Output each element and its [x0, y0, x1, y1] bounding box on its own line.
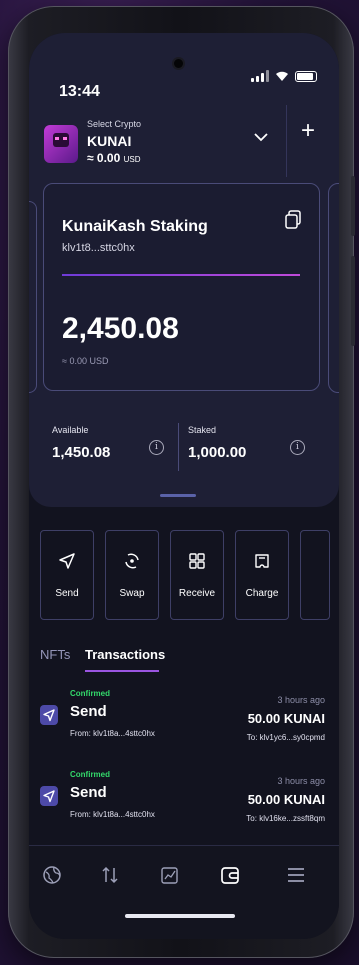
wallet-icon[interactable]: [219, 864, 241, 886]
transaction-time: 3 hours ago: [277, 776, 325, 786]
balance-divider: [178, 423, 179, 471]
staking-address: klv1t8...sttc0hx: [62, 242, 135, 254]
tab-transactions[interactable]: Transactions: [85, 647, 165, 662]
action-row: Send Swap Receive Charge: [40, 530, 330, 620]
transaction-amount: 50.00 KUNAI: [247, 711, 325, 726]
staking-card[interactable]: KunaiKash Staking klv1t8...sttc0hx 2,450…: [43, 183, 320, 391]
transaction-type: Send: [70, 703, 107, 720]
transaction-time: 3 hours ago: [277, 695, 325, 705]
send-icon: [40, 786, 58, 806]
phone-frame: 13:44 Select Crypto KUNAI ≈ 0.00 USD + K…: [8, 6, 355, 958]
available-value: 1,450.08: [52, 444, 111, 461]
available-label: Available: [52, 425, 89, 435]
staked-value: 1,000.00: [188, 444, 247, 461]
send-button[interactable]: Send: [40, 530, 94, 620]
swap-button[interactable]: Swap: [105, 530, 159, 620]
swap-label: Swap: [119, 587, 145, 599]
add-crypto-button[interactable]: +: [301, 119, 315, 143]
charge-button[interactable]: Charge: [235, 530, 289, 620]
previous-card-peek[interactable]: [29, 201, 37, 393]
transaction-item[interactable]: Confirmed Send From: klv1t8a...4sttc0hx …: [29, 681, 339, 761]
home-indicator[interactable]: [125, 914, 235, 918]
battery-icon: [295, 70, 317, 82]
staked-label: Staked: [188, 425, 217, 435]
receive-button[interactable]: Receive: [170, 530, 224, 620]
available-balance: Available 1,450.08: [52, 425, 110, 461]
transaction-status: Confirmed: [70, 770, 110, 779]
chart-icon[interactable]: [159, 864, 181, 886]
send-icon: [40, 705, 58, 725]
crypto-balance: ≈ 0.00 USD: [87, 151, 141, 165]
bottom-nav: [29, 845, 339, 939]
transaction-amount: 50.00 KUNAI: [247, 792, 325, 807]
transaction-to: To: klv16ke...zssft8qm: [246, 814, 325, 823]
staking-usd: ≈ 0.00 USD: [62, 356, 109, 366]
tab-active-indicator: [85, 670, 159, 672]
wifi-icon: [276, 71, 288, 81]
sheet-handle[interactable]: [160, 494, 196, 497]
send-icon: [59, 552, 75, 569]
next-card-peek[interactable]: [328, 183, 339, 393]
status-icons: [251, 70, 317, 82]
more-action-peek[interactable]: [300, 530, 330, 620]
staked-balance: Staked 1,000.00: [188, 425, 246, 461]
menu-icon[interactable]: [285, 864, 307, 886]
charge-icon: [255, 553, 269, 568]
receive-label: Receive: [178, 587, 216, 599]
crypto-name[interactable]: KUNAI: [87, 133, 131, 149]
transaction-type: Send: [70, 784, 107, 801]
chevron-down-icon[interactable]: [249, 125, 273, 149]
staking-amount: 2,450.08: [62, 312, 179, 345]
staked-info-icon[interactable]: i: [290, 440, 305, 455]
crypto-balance-value: ≈ 0.00: [87, 151, 121, 165]
front-camera: [174, 59, 183, 68]
power-button: [351, 256, 355, 346]
tab-nfts[interactable]: NFTs: [40, 647, 70, 662]
swap-icon: [125, 553, 139, 568]
transfer-icon[interactable]: [99, 864, 121, 886]
globe-icon[interactable]: [41, 864, 63, 886]
copy-icon[interactable]: [284, 210, 302, 230]
transaction-status: Confirmed: [70, 689, 110, 698]
app-screen: 13:44 Select Crypto KUNAI ≈ 0.00 USD + K…: [29, 33, 339, 939]
crypto-balance-unit: USD: [123, 155, 141, 164]
transaction-item[interactable]: Confirmed Send From: klv1t8a...4sttc0hx …: [29, 762, 339, 842]
status-time: 13:44: [59, 83, 100, 100]
header-divider: [286, 105, 287, 177]
transaction-from: From: klv1t8a...4sttc0hx: [70, 810, 155, 819]
available-info-icon[interactable]: i: [149, 440, 164, 455]
send-label: Send: [55, 587, 79, 599]
staking-title: KunaiKash Staking: [62, 218, 208, 235]
staking-accent-line: [62, 274, 300, 276]
transaction-to: To: klv1yc6...sy0cpmd: [246, 733, 325, 742]
charge-label: Charge: [245, 587, 279, 599]
qr-icon: [189, 552, 205, 569]
crypto-avatar[interactable]: [44, 125, 78, 163]
select-crypto-label: Select Crypto: [87, 119, 142, 129]
signal-icon: [251, 70, 269, 82]
transaction-from: From: klv1t8a...4sttc0hx: [70, 729, 155, 738]
volume-button: [351, 176, 355, 236]
